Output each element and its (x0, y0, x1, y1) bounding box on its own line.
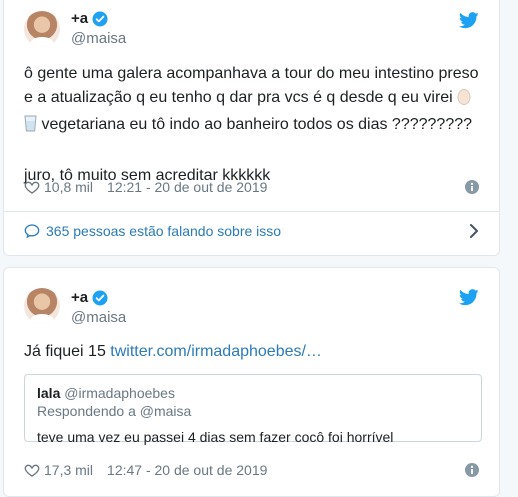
glass-icon (24, 115, 37, 140)
quoted-name[interactable]: lala (37, 385, 60, 401)
conversation-text[interactable]: 365 pessoas estão falando sobre isso (46, 223, 281, 239)
info-icon[interactable] (465, 180, 479, 194)
quoted-handle[interactable]: @irmadaphoebes (64, 385, 175, 401)
tweet-meta: 17,3 mil 12:47 - 20 de out de 2019 (24, 462, 479, 478)
tweet-text: Já fiquei 15 twitter.com/irmadaphoebes/… (24, 340, 486, 364)
verified-icon (92, 11, 108, 27)
tweet-text-line1: ô gente uma galera acompanhava a tour do… (24, 65, 479, 106)
verified-icon (92, 290, 108, 306)
heart-icon[interactable] (24, 179, 40, 195)
twitter-bird-icon[interactable] (459, 289, 479, 306)
tweet-text-line2: vegetariana eu tô indo ao banheiro todos… (41, 116, 473, 133)
tweet-text: ô gente uma galera acompanhava a tour do… (24, 62, 486, 188)
reply-label: Respondendo a @maisa (37, 403, 192, 419)
tweet-meta: 10,8 mil 12:21 - 20 de out de 2019 (24, 179, 479, 195)
info-icon[interactable] (465, 463, 479, 477)
timestamp[interactable]: 12:47 - 20 de out de 2019 (107, 462, 267, 478)
conversation-link[interactable]: 365 pessoas estão falando sobre isso (24, 223, 479, 239)
heart-icon[interactable] (24, 462, 40, 478)
avatar[interactable] (24, 288, 60, 324)
like-count[interactable]: 17,3 mil (44, 462, 93, 478)
divider (4, 211, 499, 212)
like-count[interactable]: 10,8 mil (44, 179, 93, 195)
handle[interactable]: @maisa (71, 309, 126, 326)
chevron-right-icon[interactable] (469, 224, 479, 238)
tweet-card[interactable]: +a @maisa Já fiquei 15 twitter.com/irmad… (3, 267, 500, 497)
comment-bubble-icon (24, 224, 40, 239)
display-name[interactable]: +a (71, 10, 88, 27)
handle[interactable]: @maisa (71, 30, 126, 47)
tweet-link[interactable]: twitter.com/irmadaphoebes/… (110, 343, 322, 360)
tweet-text-prefix: Já fiquei 15 (24, 343, 111, 360)
timestamp[interactable]: 12:21 - 20 de out de 2019 (107, 179, 267, 195)
display-name[interactable]: +a (71, 289, 88, 306)
avatar[interactable] (24, 11, 60, 47)
quoted-tweet[interactable]: lala @irmadaphoebes Respondendo a @maisa… (24, 374, 482, 445)
quoted-text: teve uma vez eu passei 4 dias sem fazer … (37, 429, 394, 445)
egg-icon (457, 88, 471, 113)
twitter-bird-icon[interactable] (459, 12, 479, 29)
tweet-card[interactable]: +a @maisa ô gente uma galera acompanhava… (3, 0, 500, 256)
